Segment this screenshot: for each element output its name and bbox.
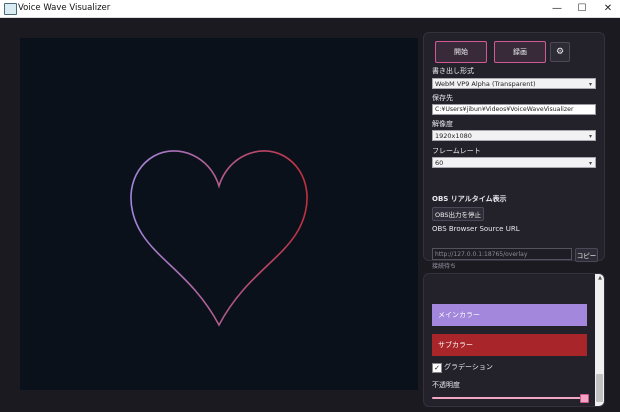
window-title: Voice Wave Visualizer xyxy=(18,3,111,13)
record-button[interactable]: 録画 xyxy=(494,41,546,63)
close-button[interactable]: ✕ xyxy=(596,0,620,17)
chevron-down-icon: ▾ xyxy=(588,133,592,140)
resolution-select[interactable]: 1920x1080 ▾ xyxy=(432,130,596,141)
start-button[interactable]: 開始 xyxy=(435,41,487,63)
format-value: WebM VP9 Alpha (Transparent) xyxy=(435,80,536,88)
gradient-label: グラデーション xyxy=(444,363,493,371)
sub-color-swatch[interactable]: サブカラー xyxy=(432,334,587,356)
resolution-value: 1920x1080 xyxy=(435,132,472,140)
obs-stop-button[interactable]: OBS出力を停止 xyxy=(432,207,484,221)
obs-url-input[interactable]: http://127.0.0.1:18765/overlay xyxy=(432,248,572,260)
settings-gear-icon[interactable]: ⚙ xyxy=(550,42,570,62)
scroll-up-arrow-icon[interactable]: ▲ xyxy=(598,275,602,281)
resolution-label: 解像度 xyxy=(432,120,453,128)
opacity-slider-handle[interactable] xyxy=(580,394,589,403)
obs-url-label: OBS Browser Source URL xyxy=(432,225,520,233)
scrollbar-thumb[interactable] xyxy=(596,374,603,402)
heart-outline xyxy=(130,150,308,327)
save-path-input[interactable]: C:¥Users¥jibun¥Videos¥VoiceWaveVisualize… xyxy=(432,104,596,115)
chevron-down-icon: ▾ xyxy=(588,81,592,88)
main-color-swatch[interactable]: メインカラー xyxy=(432,304,587,326)
export-settings-panel: 開始 録画 ⚙ 書き出し形式 WebM VP9 Alpha (Transpare… xyxy=(423,32,605,270)
copy-button[interactable]: コピー xyxy=(575,248,598,262)
opacity-label: 不透明度 xyxy=(432,381,460,389)
obs-section-title: OBS リアルタイム表示 xyxy=(432,195,507,203)
preview-canvas xyxy=(20,38,418,390)
app-icon xyxy=(4,3,17,15)
save-path-label: 保存先 xyxy=(432,94,453,102)
appearance-panel: メインカラー サブカラー ✓ グラデーション 不透明度 ▲ xyxy=(423,273,605,407)
title-bar: Voice Wave Visualizer — ☐ ✕ xyxy=(0,0,620,18)
maximize-button[interactable]: ☐ xyxy=(570,0,594,17)
framerate-label: フレームレート xyxy=(432,147,481,155)
format-select[interactable]: WebM VP9 Alpha (Transparent) ▾ xyxy=(432,78,596,89)
chevron-down-icon: ▾ xyxy=(588,160,592,167)
opacity-slider-track[interactable] xyxy=(432,397,585,399)
connection-status: 接続待ち xyxy=(432,263,457,270)
framerate-value: 60 xyxy=(435,159,444,167)
framerate-select[interactable]: 60 ▾ xyxy=(432,157,596,168)
panel-scrollbar[interactable]: ▲ xyxy=(595,274,604,406)
gradient-checkbox[interactable]: ✓ xyxy=(432,363,442,373)
format-label: 書き出し形式 xyxy=(432,67,474,75)
heart-waveform xyxy=(130,150,308,327)
main-area: 開始 録画 ⚙ 書き出し形式 WebM VP9 Alpha (Transpare… xyxy=(0,18,620,412)
minimize-button[interactable]: — xyxy=(545,0,569,17)
